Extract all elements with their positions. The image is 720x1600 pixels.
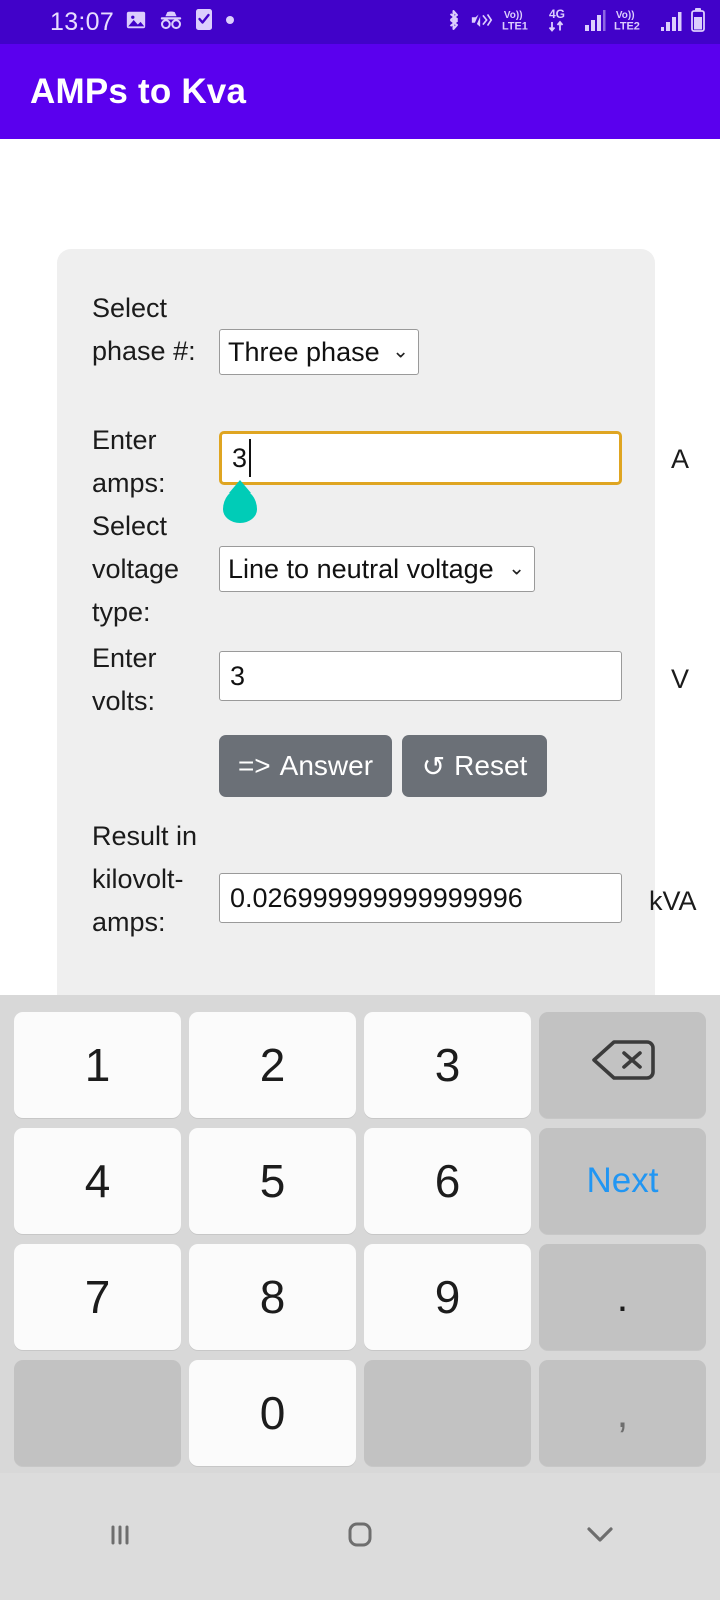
amps-label: Enter amps: [92,425,166,498]
key-9-label: 9 [434,1271,461,1323]
amps-input[interactable] [219,431,622,485]
key-comma-label: , [616,1389,629,1436]
key-3-label: 3 [434,1039,461,1091]
svg-text:Vo)): Vo)) [504,10,523,21]
reset-button-icon: ↺ [421,750,446,782]
key-2-label: 2 [259,1039,286,1091]
page-content: Select phase #: Three phase ⌄ Enter amps… [0,139,720,995]
key-period-label: . [616,1273,629,1320]
volte-lte1-icon: Vo)) LTE1 [502,7,540,38]
key-9[interactable]: 9 [364,1244,531,1350]
volts-unit: V [671,664,690,694]
svg-text:Vo)): Vo)) [616,10,635,21]
key-2[interactable]: 2 [189,1012,356,1118]
keyboard-grid: 1 2 3 4 5 6 Next 7 8 9 . 0 , [0,1012,720,1466]
phase-select[interactable]: Three phase [219,329,419,375]
result-label: Result in kilovolt-amps: [92,821,198,937]
backspace-icon [591,1038,655,1093]
key-1-label: 1 [84,1039,111,1091]
signal-2-icon [660,8,682,37]
volte-lte2-icon: Vo)) LTE2 [614,7,652,38]
text-selection-handle[interactable] [223,489,257,523]
key-7[interactable]: 7 [14,1244,181,1350]
phone-screen: 13:07 Vo)) LTE1 4G Vo)) LTE2 AMPs to Kva… [0,0,720,1600]
navigation-bar [0,1473,720,1600]
result-unit: kVA [649,886,697,916]
reset-button-label: Reset [454,750,528,781]
voltage-type-select[interactable]: Line to neutral voltage [219,546,535,592]
phase-select-wrapper[interactable]: Three phase ⌄ [219,329,419,375]
chevron-down-icon [581,1520,619,1553]
volts-input[interactable] [219,651,622,701]
key-4-label: 4 [84,1155,111,1207]
status-bar-left: 13:07 [50,8,236,37]
home-icon [342,1516,378,1557]
mute-icon [470,8,494,37]
bluetooth-icon [445,8,462,37]
dismiss-keyboard-button[interactable] [510,1502,690,1572]
recents-button[interactable] [30,1502,210,1572]
key-backspace[interactable] [539,1012,706,1118]
recents-icon [103,1517,137,1556]
key-8-label: 8 [259,1271,286,1323]
status-bar-clock: 13:07 [50,7,115,36]
image-icon [125,9,147,36]
status-bar: 13:07 Vo)) LTE1 4G Vo)) LTE2 [0,0,720,44]
4g-data-icon: 4G [548,7,576,38]
key-blank-right[interactable] [364,1360,531,1466]
result-output [219,873,622,923]
answer-button-label: Answer [279,750,374,781]
app-bar: AMPs to Kva [0,44,720,139]
key-period[interactable]: . [539,1244,706,1350]
dot-icon [224,13,236,31]
phase-label: Select phase #: [92,293,196,366]
key-0[interactable]: 0 [189,1360,356,1466]
key-7-label: 7 [84,1271,111,1323]
key-blank-left[interactable] [14,1360,181,1466]
numeric-keyboard: 1 2 3 4 5 6 Next 7 8 9 . 0 , [0,995,720,1473]
key-6[interactable]: 6 [364,1128,531,1234]
signal-1-icon [584,8,606,37]
answer-button-icon: => [237,750,271,781]
svg-text:LTE2: LTE2 [614,20,640,32]
svg-text:LTE1: LTE1 [502,20,528,32]
key-next[interactable]: Next [539,1128,706,1234]
answer-button[interactable]: => Answer [219,735,392,797]
text-caret [249,439,251,477]
page-title: AMPs to Kva [30,71,247,111]
status-bar-right: Vo)) LTE1 4G Vo)) LTE2 [445,7,706,38]
key-5[interactable]: 5 [189,1128,356,1234]
key-8[interactable]: 8 [189,1244,356,1350]
battery-icon [690,7,706,37]
key-comma[interactable]: , [539,1360,706,1466]
key-1[interactable]: 1 [14,1012,181,1118]
volts-label: Enter volts: [92,643,157,716]
voltage-type-label: Select voltage type: [92,511,180,627]
key-6-label: 6 [434,1155,461,1207]
key-3[interactable]: 3 [364,1012,531,1118]
checkbox-icon [195,8,213,36]
home-button[interactable] [270,1502,450,1572]
svg-text:4G: 4G [549,7,565,21]
key-4[interactable]: 4 [14,1128,181,1234]
amps-unit: A [671,444,690,474]
incognito-icon [158,9,184,36]
key-next-label: Next [586,1161,659,1200]
reset-button[interactable]: ↺ Reset [402,735,547,797]
voltage-type-select-wrapper[interactable]: Line to neutral voltage ⌄ [219,546,535,592]
calculator-card: Select phase #: Three phase ⌄ Enter amps… [57,249,655,995]
key-0-label: 0 [259,1387,286,1439]
key-5-label: 5 [259,1155,286,1207]
